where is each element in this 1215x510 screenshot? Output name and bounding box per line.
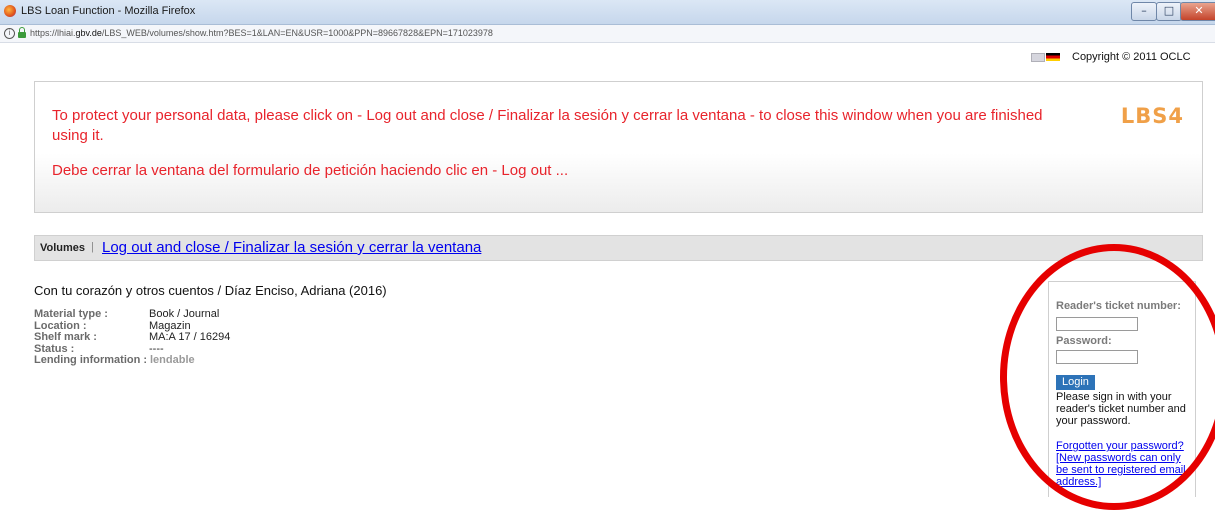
url-prefix: https://lhiai. — [30, 28, 76, 38]
nav-volumes: Volumes — [40, 242, 86, 254]
detail-label: Shelf mark : — [34, 331, 97, 343]
address-bar[interactable]: i https://lhiai.gbv.de/LBS_WEB/volumes/s… — [0, 25, 1215, 43]
nav-bar: Volumes | Log out and close / Finalizar … — [34, 235, 1203, 261]
uk-flag-icon[interactable] — [1031, 53, 1045, 62]
maximize-button[interactable]: □ — [1156, 2, 1182, 21]
password-label: Password: — [1056, 335, 1112, 347]
logout-link[interactable]: Log out and close / Finalizar la sesión … — [102, 239, 481, 256]
minimize-button[interactable]: – — [1131, 2, 1157, 21]
ticket-number-input[interactable] — [1056, 317, 1138, 331]
new-password-link[interactable]: [New passwords can only be sent to regis… — [1056, 452, 1194, 488]
url-text[interactable]: https://lhiai.gbv.de/LBS_WEB/volumes/sho… — [30, 25, 493, 42]
privacy-notice: To protect your personal data, please cl… — [34, 81, 1203, 213]
url-path: /LBS_WEB/volumes/show.htm?BES=1&LAN=EN&U… — [101, 28, 493, 38]
firefox-icon — [4, 5, 16, 17]
close-window-button[interactable]: ✕ — [1180, 2, 1215, 21]
lock-icon[interactable] — [18, 27, 26, 38]
detail-label: Material type : — [34, 308, 108, 320]
login-help-text: Please sign in with your reader's ticket… — [1056, 391, 1186, 427]
ticket-number-label: Reader's ticket number: — [1056, 300, 1181, 312]
notice-text-spanish: Debe cerrar la ventana del formulario de… — [52, 162, 569, 179]
login-button[interactable]: Login — [1056, 375, 1095, 390]
lbs4-logo: LBS4 — [1120, 104, 1184, 128]
detail-value: Book / Journal — [149, 308, 220, 320]
login-panel: Reader's ticket number: Password: Login … — [1048, 281, 1196, 497]
forgot-password-link[interactable]: Forgotten your password? — [1056, 440, 1194, 452]
lending-status: lendable — [150, 354, 195, 366]
copyright-text: Copyright © 2011 OCLC — [1072, 51, 1191, 63]
detail-value: MA:A 17 / 16294 — [149, 331, 231, 343]
record-title: Con tu corazón y otros cuentos / Díaz En… — [34, 283, 387, 298]
password-input[interactable] — [1056, 350, 1138, 364]
window-titlebar: LBS Loan Function - Mozilla Firefox – □ … — [0, 0, 1215, 25]
detail-label: Lending information : — [34, 354, 148, 366]
info-icon[interactable]: i — [4, 28, 15, 39]
german-flag-icon[interactable] — [1046, 53, 1060, 61]
window-title: LBS Loan Function - Mozilla Firefox — [21, 5, 196, 17]
nav-separator: | — [91, 241, 94, 253]
url-host: gbv.de — [75, 28, 102, 38]
notice-text-english: To protect your personal data, please cl… — [52, 107, 1043, 144]
